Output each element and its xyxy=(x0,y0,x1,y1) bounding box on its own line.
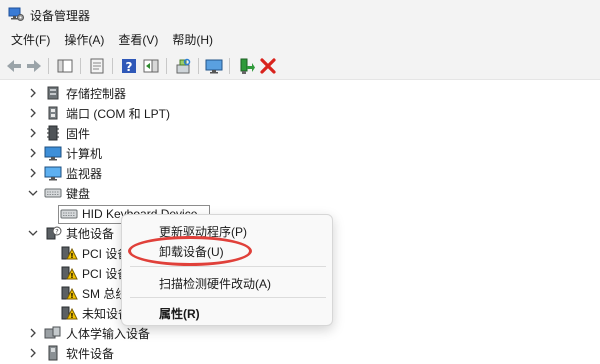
tree-item-computer[interactable]: 计算机 xyxy=(26,143,102,163)
chevron-down-icon[interactable] xyxy=(26,186,40,200)
toolbar-separator xyxy=(48,58,49,74)
chevron-right-icon[interactable] xyxy=(26,146,40,160)
tree-item-label: 键盘 xyxy=(66,186,91,201)
menu-action[interactable]: 操作(A) xyxy=(57,28,111,52)
title-bar: 设备管理器 xyxy=(0,0,600,28)
show-hide-console-tree-icon[interactable] xyxy=(55,56,75,76)
action-pane-icon[interactable] xyxy=(141,56,161,76)
chevron-right-icon[interactable] xyxy=(26,166,40,180)
tree-item-firmware[interactable]: 固件 xyxy=(26,123,90,143)
tree-item-monitors[interactable]: 监视器 xyxy=(26,163,102,183)
chevron-right-icon[interactable] xyxy=(26,86,40,100)
warning-device-icon: ! xyxy=(61,266,78,280)
back-icon[interactable] xyxy=(4,56,24,76)
software-device-icon xyxy=(48,345,58,361)
chevron-right-icon[interactable] xyxy=(26,326,40,340)
svg-text:?: ? xyxy=(55,228,58,236)
chevron-right-icon[interactable] xyxy=(26,106,40,120)
svg-text:!: ! xyxy=(70,312,73,320)
monitor-icon xyxy=(44,166,62,181)
scan-hardware-icon[interactable] xyxy=(173,56,193,76)
tree-item-label: 固件 xyxy=(66,126,91,141)
keyboard-icon xyxy=(44,188,62,198)
menu-view[interactable]: 查看(V) xyxy=(111,28,165,52)
display-device-icon[interactable] xyxy=(204,56,224,76)
port-icon xyxy=(48,106,58,120)
hid-icon xyxy=(44,326,61,339)
tree-item-label: 监视器 xyxy=(66,166,103,181)
tree-item-storage-controllers[interactable]: 存储控制器 xyxy=(26,83,126,103)
tree-item-software-devices[interactable]: 软件设备 xyxy=(26,343,114,363)
chevron-right-icon[interactable] xyxy=(26,126,40,140)
svg-text:!: ! xyxy=(70,272,73,280)
warning-device-icon: ! xyxy=(61,286,78,300)
warning-device-icon: ! xyxy=(61,246,78,260)
tree-item-label: 计算机 xyxy=(66,146,103,161)
svg-text:?: ? xyxy=(126,60,133,74)
menu-help[interactable]: 帮助(H) xyxy=(165,28,220,52)
forward-icon[interactable] xyxy=(24,56,44,76)
firmware-icon xyxy=(47,125,59,141)
toolbar-separator xyxy=(80,58,81,74)
tree-item-label: 端口 (COM 和 LPT) xyxy=(66,106,170,121)
tree-item-pci-device[interactable]: ! PCI 设备 xyxy=(60,243,129,263)
context-menu-properties[interactable]: 属性(R) xyxy=(159,305,200,322)
tree-item-label: 人体学输入设备 xyxy=(66,326,151,341)
toolbar-separator xyxy=(229,58,230,74)
warning-device-icon: ! xyxy=(61,306,78,320)
uninstall-device-icon[interactable] xyxy=(258,56,278,76)
context-menu-separator xyxy=(130,266,326,267)
update-driver-icon[interactable] xyxy=(236,56,256,76)
svg-text:!: ! xyxy=(70,252,73,260)
keyboard-icon xyxy=(60,209,78,219)
context-menu-scan-hardware[interactable]: 扫描检测硬件改动(A) xyxy=(159,275,271,292)
toolbar-separator xyxy=(166,58,167,74)
context-menu-separator xyxy=(130,297,326,298)
toolbar-separator xyxy=(198,58,199,74)
chevron-right-icon[interactable] xyxy=(26,346,40,360)
tree-item-label: 存储控制器 xyxy=(66,86,127,101)
chevron-down-icon[interactable] xyxy=(26,226,40,240)
tree-item-unknown-device[interactable]: ! 未知设备 xyxy=(60,303,130,323)
svg-text:!: ! xyxy=(70,292,73,300)
menu-file[interactable]: 文件(F) xyxy=(4,28,57,52)
properties-icon[interactable] xyxy=(87,56,107,76)
window-title: 设备管理器 xyxy=(30,9,91,23)
help-icon[interactable]: ? xyxy=(119,56,139,76)
computer-icon xyxy=(44,146,62,161)
toolbar-separator xyxy=(112,58,113,74)
tree-item-other-devices[interactable]: ? 其他设备 xyxy=(26,223,114,243)
highlight-oval xyxy=(128,236,252,266)
toolbar: ? xyxy=(0,52,600,80)
context-menu: 更新驱动程序(P) 卸载设备(U) 扫描检测硬件改动(A) 属性(R) xyxy=(121,214,333,326)
tree-item-keyboards[interactable]: 键盘 xyxy=(26,183,90,203)
device-manager-icon xyxy=(8,7,24,21)
storage-controller-icon xyxy=(47,86,59,100)
tree-item-ports[interactable]: 端口 (COM 和 LPT) xyxy=(26,103,170,123)
tree-item-pci-device[interactable]: ! PCI 设备 xyxy=(60,263,129,283)
menu-bar: 文件(F) 操作(A) 查看(V) 帮助(H) xyxy=(0,28,600,52)
tree-item-label: 软件设备 xyxy=(66,346,115,361)
unknown-device-icon: ? xyxy=(46,226,62,240)
tree-item-label: 其他设备 xyxy=(66,226,115,241)
tree-item-human-interface-devices[interactable]: 人体学输入设备 xyxy=(26,323,150,343)
